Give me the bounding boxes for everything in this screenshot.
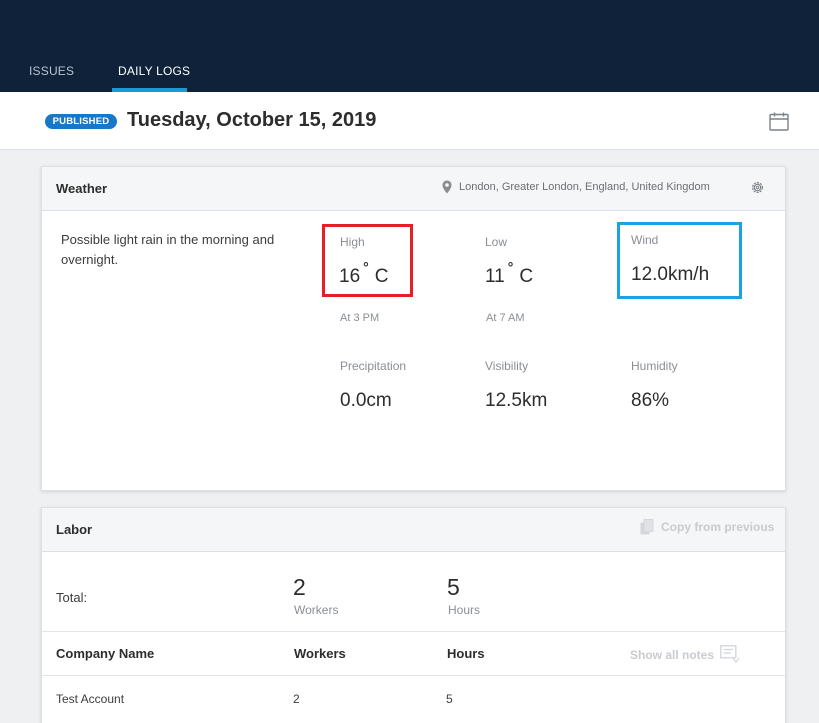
highlight-box-wind — [617, 222, 742, 299]
highlight-box-high — [322, 224, 413, 297]
cell-hours: 5 — [446, 692, 453, 706]
humidity-label: Humidity — [631, 359, 678, 373]
page-header — [0, 92, 819, 150]
column-header-workers[interactable]: Workers — [294, 646, 346, 661]
humidity-value: 86% — [631, 390, 670, 411]
low-degree: ° — [507, 259, 514, 275]
weather-summary: Possible light rain in the morning and o… — [61, 232, 275, 267]
low-unit: C — [519, 266, 534, 287]
show-all-notes-button[interactable]: Show all notes — [630, 648, 714, 662]
labor-card: Labor — [41, 507, 786, 723]
page-title: Tuesday, October 15, 2019 — [127, 109, 377, 131]
labor-hours-label: Hours — [448, 603, 481, 617]
tab-daily-logs[interactable]: DAILY LOGS — [118, 64, 190, 78]
weather-location: London, Greater London, England, United … — [459, 181, 710, 193]
column-header-hours[interactable]: Hours — [447, 646, 485, 661]
copy-from-previous-button[interactable]: Copy from previous — [661, 520, 774, 534]
low-time: At 7 AM — [486, 312, 525, 324]
column-header-company-name[interactable]: Company Name — [56, 646, 154, 661]
precipitation-label: Precipitation — [340, 359, 407, 373]
cell-company: Test Account — [56, 692, 125, 706]
visibility-label: Visibility — [485, 359, 529, 373]
labor-title: Labor — [56, 522, 93, 537]
labor-total-label: Total: — [56, 590, 88, 605]
high-time: At 3 PM — [340, 312, 380, 324]
top-navigation-bar — [0, 0, 819, 92]
visibility-value: 12.5km — [485, 390, 548, 411]
labor-workers-label: Workers — [294, 603, 339, 617]
location-pin-icon — [442, 180, 452, 194]
notes-icon[interactable] — [720, 645, 740, 663]
labor-workers-count: 2 — [293, 574, 306, 600]
low-value: 11 — [485, 266, 505, 287]
copy-icon[interactable] — [640, 519, 654, 535]
cell-workers: 2 — [293, 692, 300, 706]
gear-icon[interactable] — [750, 180, 765, 195]
weather-card: Weather — [41, 166, 786, 491]
labor-header-divider — [42, 675, 785, 676]
calendar-icon[interactable] — [769, 112, 789, 131]
tab-issues[interactable]: ISSUES — [29, 64, 74, 78]
weather-title: Weather — [56, 181, 108, 196]
low-label: Low — [485, 235, 508, 249]
precipitation-value: 0.0cm — [340, 390, 392, 411]
labor-divider — [42, 631, 785, 632]
status-badge: PUBLISHED — [45, 114, 117, 129]
labor-hours-count: 5 — [447, 574, 460, 600]
low-temperature: 11 ° C — [485, 259, 534, 288]
